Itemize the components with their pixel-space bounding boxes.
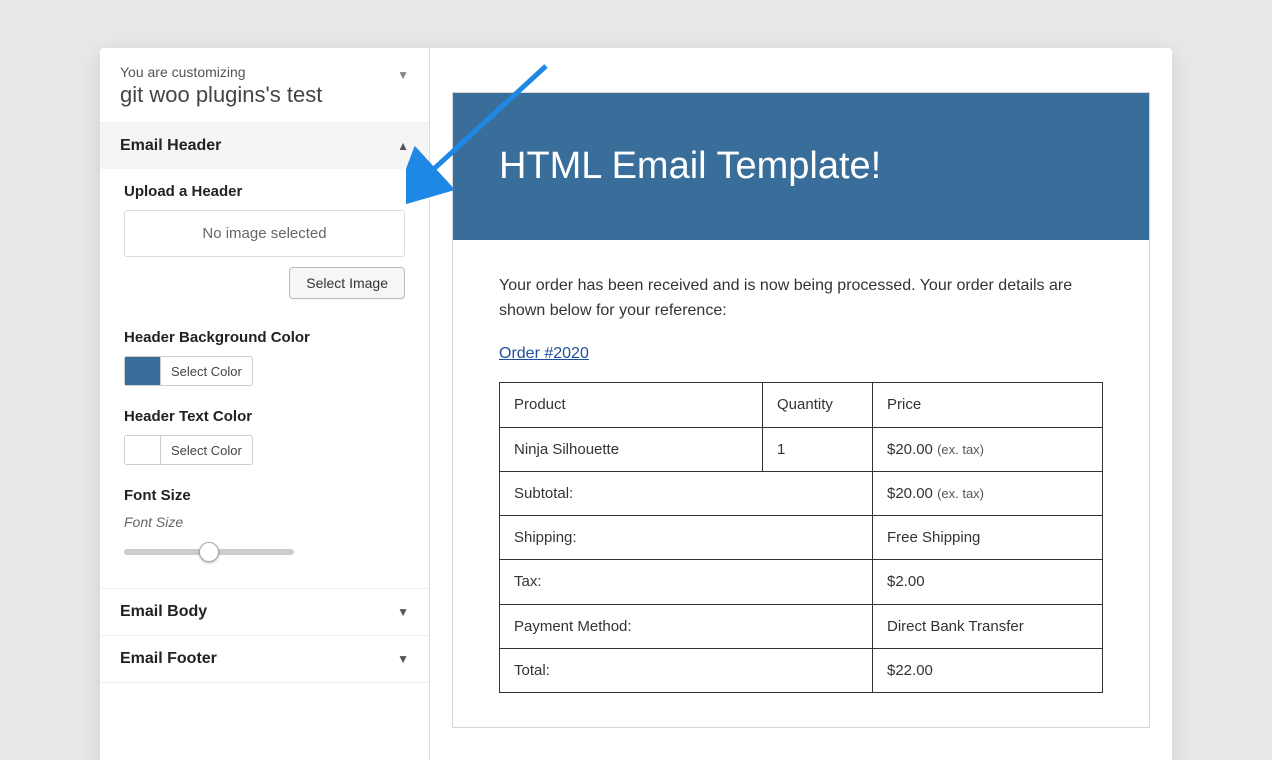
site-title: git woo plugins's test [120, 82, 409, 108]
section-email-footer: Email Footer ▼ [100, 635, 429, 683]
row-value: Free Shipping [873, 516, 1103, 560]
item-price: $20.00 (ex. tax) [873, 427, 1103, 471]
customizer-frame: You are customizing git woo plugins's te… [100, 48, 1172, 760]
color-swatch-icon [125, 436, 161, 464]
chevron-down-icon: ▼ [397, 652, 409, 666]
chevron-down-icon: ▼ [397, 605, 409, 619]
header-bg-color-picker[interactable]: Select Color [124, 356, 253, 386]
row-value: $22.00 [873, 648, 1103, 692]
select-color-button[interactable]: Select Color [161, 439, 252, 462]
col-product: Product [500, 383, 763, 427]
section-email-body-title: Email Body [120, 603, 207, 621]
item-qty: 1 [763, 427, 873, 471]
table-row: Ninja Silhouette 1 $20.00 (ex. tax) [500, 427, 1103, 471]
section-email-footer-toggle[interactable]: Email Footer ▼ [100, 636, 429, 682]
table-row: Payment Method: Direct Bank Transfer [500, 604, 1103, 648]
row-value: $20.00 (ex. tax) [873, 471, 1103, 515]
row-label: Total: [500, 648, 873, 692]
sidebar-header: You are customizing git woo plugins's te… [100, 48, 429, 122]
select-image-button[interactable]: Select Image [289, 267, 405, 299]
preview-pane: HTML Email Template! Your order has been… [430, 48, 1172, 760]
table-row: Tax: $2.00 [500, 560, 1103, 604]
font-size-label: Font Size [124, 487, 405, 504]
col-quantity: Quantity [763, 383, 873, 427]
table-row: Shipping: Free Shipping [500, 516, 1103, 560]
email-intro-text: Your order has been received and is now … [499, 274, 1103, 324]
row-label: Tax: [500, 560, 873, 604]
table-row: Subtotal: $20.00 (ex. tax) [500, 471, 1103, 515]
header-text-color-label: Header Text Color [124, 408, 405, 425]
color-swatch-icon [125, 357, 161, 385]
section-email-footer-title: Email Footer [120, 650, 217, 668]
row-label: Shipping: [500, 516, 873, 560]
section-email-body: Email Body ▼ [100, 588, 429, 635]
section-email-header-toggle[interactable]: Email Header ▲ [100, 123, 429, 169]
email-hero: HTML Email Template! [453, 93, 1149, 240]
table-row: Total: $22.00 [500, 648, 1103, 692]
item-name: Ninja Silhouette [500, 427, 763, 471]
order-link[interactable]: Order #2020 [499, 345, 589, 362]
section-email-body-toggle[interactable]: Email Body ▼ [100, 589, 429, 635]
row-label: Subtotal: [500, 471, 873, 515]
font-size-sublabel: Font Size [124, 514, 405, 530]
order-table: Product Quantity Price Ninja Silhouette … [499, 382, 1103, 693]
row-value: Direct Bank Transfer [873, 604, 1103, 648]
upload-header-label: Upload a Header [124, 183, 405, 200]
section-email-header-body: Upload a Header No image selected Select… [100, 169, 429, 588]
col-price: Price [873, 383, 1103, 427]
customizer-sidebar: You are customizing git woo plugins's te… [100, 48, 430, 760]
select-color-button[interactable]: Select Color [161, 360, 252, 383]
email-body: Your order has been received and is now … [453, 240, 1149, 727]
chevron-up-icon: ▲ [397, 139, 409, 153]
header-bg-color-label: Header Background Color [124, 329, 405, 346]
email-preview-card: HTML Email Template! Your order has been… [452, 92, 1150, 728]
row-label: Payment Method: [500, 604, 873, 648]
section-email-header-title: Email Header [120, 137, 221, 155]
section-email-header: Email Header ▲ Upload a Header No image … [100, 122, 429, 588]
table-row: Product Quantity Price [500, 383, 1103, 427]
header-text-color-picker[interactable]: Select Color [124, 435, 253, 465]
upload-dropzone[interactable]: No image selected [124, 210, 405, 257]
font-size-slider[interactable] [124, 549, 294, 555]
customizing-label: You are customizing [120, 64, 409, 80]
row-value: $2.00 [873, 560, 1103, 604]
collapse-icon[interactable]: ▼ [397, 68, 409, 82]
